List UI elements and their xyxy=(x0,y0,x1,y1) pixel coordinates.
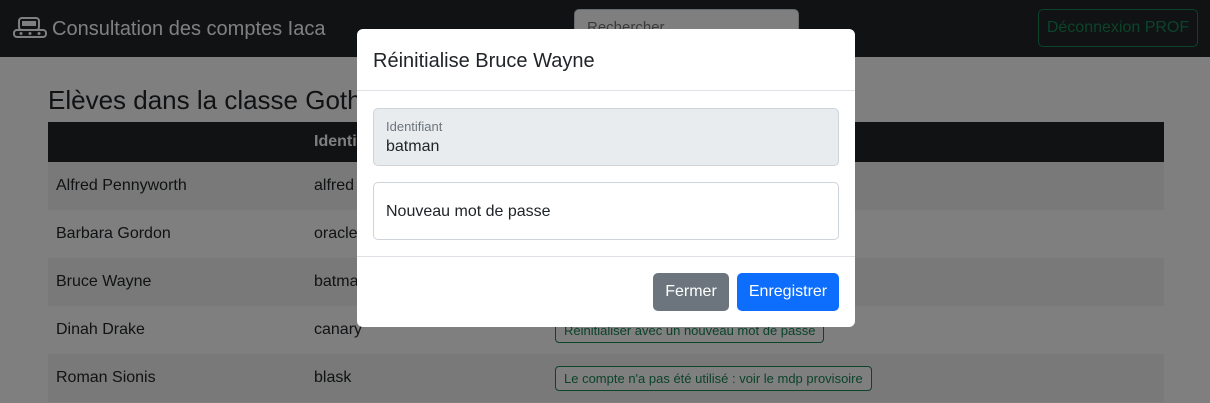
modal-footer: Fermer Enregistrer xyxy=(357,256,855,327)
save-button[interactable]: Enregistrer xyxy=(737,273,839,311)
reset-password-modal: Réinitialise Bruce Wayne Identifiant bat… xyxy=(357,29,855,327)
new-password-placeholder: Nouveau mot de passe xyxy=(386,203,551,220)
new-password-field[interactable]: Nouveau mot de passe xyxy=(373,182,839,240)
close-button[interactable]: Fermer xyxy=(653,273,729,311)
identifiant-field: Identifiant batman xyxy=(373,108,839,166)
identifiant-label: Identifiant xyxy=(386,119,443,134)
modal-title: Réinitialise Bruce Wayne xyxy=(373,50,595,72)
modal-header: Réinitialise Bruce Wayne xyxy=(357,29,855,91)
identifiant-value: batman xyxy=(386,138,440,155)
